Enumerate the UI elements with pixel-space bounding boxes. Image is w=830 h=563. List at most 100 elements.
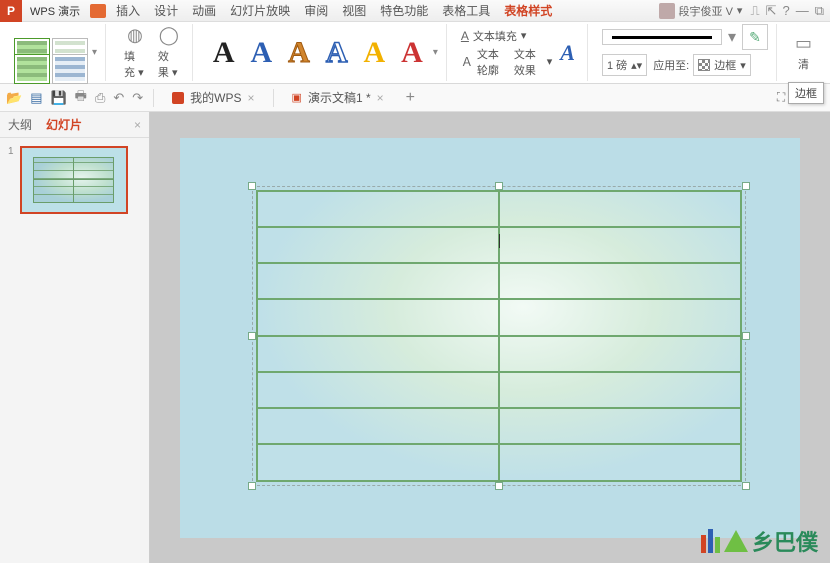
- pin-icon[interactable]: ⇱: [766, 3, 777, 19]
- tab-document-label: 演示文稿1 *: [308, 89, 371, 106]
- text-fill-button[interactable]: A 文本填充 ▾: [461, 28, 552, 44]
- spinner-icon: ▴▾: [631, 59, 642, 72]
- text-outline-button[interactable]: Ａ 文本轮廓: [461, 46, 504, 78]
- tab-outline[interactable]: 大纲: [8, 116, 32, 133]
- app-title: WPS 演示: [22, 3, 88, 19]
- thumbnail-table-icon: [33, 157, 114, 203]
- wordart-style-2[interactable]: A: [244, 36, 278, 70]
- menu-view[interactable]: 视图: [342, 2, 366, 19]
- ribbon: ▾ ◍ 填充 ▾ ◯ 效果 ▾ A A A A A A ▾ A 文本填充 ▾ Ａ: [0, 22, 830, 84]
- watermark: 乡巴僕: [701, 525, 818, 557]
- slide-thumbnail-1[interactable]: 1: [8, 146, 141, 214]
- resize-handle-tm[interactable]: [495, 182, 503, 190]
- new-icon[interactable]: ▤: [30, 90, 42, 106]
- apply-to-label: 应用至:: [653, 57, 689, 73]
- user-name: 段宇俊亚 V: [679, 3, 733, 19]
- resize-handle-tr[interactable]: [742, 182, 750, 190]
- wordart-style-3[interactable]: A: [282, 36, 316, 70]
- panel-close-icon[interactable]: ×: [134, 118, 141, 132]
- slide-panel: 大纲 幻灯片 × 1: [0, 112, 150, 563]
- resize-handle-ml[interactable]: [248, 332, 256, 340]
- separator: [273, 89, 274, 107]
- close-icon[interactable]: ×: [248, 91, 255, 105]
- effect-label: 效果 ▾: [158, 48, 180, 80]
- wordart-style-4[interactable]: A: [320, 36, 354, 70]
- slide-canvas[interactable]: 乡巴僕: [150, 112, 830, 563]
- menu-slideshow[interactable]: 幻灯片放映: [230, 2, 290, 19]
- border-style-chevron-icon[interactable]: ▾: [728, 27, 736, 47]
- effect-icon: ◯: [159, 25, 179, 46]
- menu-special[interactable]: 特色功能: [380, 2, 428, 19]
- tab-mywps-label: 我的WPS: [190, 89, 241, 106]
- line-weight-input[interactable]: 1 磅 ▴▾: [602, 54, 647, 76]
- clear-button[interactable]: ▭ 清: [791, 31, 816, 74]
- slide-number: 1: [8, 146, 14, 214]
- watermark-bars-icon: [701, 529, 720, 553]
- menu-insert[interactable]: 插入: [116, 2, 140, 19]
- thumbnail-list: 1: [0, 138, 149, 563]
- text-outline-icon: Ａ: [461, 53, 473, 70]
- save-icon[interactable]: 💾: [50, 90, 66, 106]
- text-fill-icon: A: [461, 29, 469, 43]
- bucket-icon: ◍: [127, 25, 143, 46]
- border-style-picker[interactable]: [602, 29, 722, 45]
- wordart-style-1[interactable]: A: [207, 36, 241, 70]
- resize-handle-bl[interactable]: [248, 482, 256, 490]
- wps-tab-icon: [172, 92, 184, 104]
- undo-icon[interactable]: ↶: [113, 90, 124, 106]
- tab-mywps[interactable]: 我的WPS ×: [164, 88, 262, 108]
- tshirt-icon[interactable]: ⎍: [750, 3, 759, 19]
- menu-table-tools[interactable]: 表格工具: [442, 2, 490, 19]
- title-right: 段宇俊亚 V ▾ ⎍ ⇱ ? — ⧉: [659, 3, 830, 19]
- resize-handle-bm[interactable]: [495, 482, 503, 490]
- tab-slides[interactable]: 幻灯片: [46, 116, 82, 133]
- avatar-icon: [659, 3, 675, 19]
- clear-label: 清: [798, 56, 809, 72]
- user-account[interactable]: 段宇俊亚 V ▾: [659, 3, 743, 19]
- resize-handle-mr[interactable]: [742, 332, 750, 340]
- resize-handle-tl[interactable]: [248, 182, 256, 190]
- pen-color-button[interactable]: ✎: [742, 24, 768, 50]
- table-style-3[interactable]: [14, 54, 50, 84]
- open-icon[interactable]: 📂: [6, 90, 22, 106]
- wordart-big-icon[interactable]: A: [556, 40, 579, 66]
- wordart-style-6[interactable]: A: [395, 36, 429, 70]
- print-icon[interactable]: 🖶: [75, 87, 87, 109]
- app-logo-icon: P: [0, 0, 22, 22]
- presentation-tab-icon: ▣: [292, 91, 302, 104]
- menu-review[interactable]: 审阅: [304, 2, 328, 19]
- expand-icon[interactable]: ⛶: [777, 90, 785, 105]
- mode-pill[interactable]: [90, 4, 106, 18]
- effect-button[interactable]: ◯ 效果 ▾: [154, 23, 184, 82]
- wordart-style-5[interactable]: A: [358, 36, 392, 70]
- pen-icon: ✎: [749, 29, 761, 46]
- table-style-4[interactable]: [52, 54, 88, 84]
- watermark-text: 乡巴僕: [752, 525, 818, 557]
- restore-icon[interactable]: ⧉: [815, 3, 824, 19]
- slide[interactable]: [180, 138, 800, 538]
- line-weight-value: 1 磅: [607, 57, 627, 73]
- resize-handle-br[interactable]: [742, 482, 750, 490]
- fill-button[interactable]: ◍ 填充 ▾: [120, 23, 150, 82]
- new-tab-button[interactable]: +: [400, 89, 421, 107]
- menu-design[interactable]: 设计: [154, 2, 178, 19]
- table-object[interactable]: [252, 186, 746, 486]
- wordart-gallery: A A A A A A ▾: [199, 24, 447, 81]
- table-style-gallery: ▾: [6, 24, 106, 81]
- window-controls: ⎍ ⇱ ? — ⧉: [750, 3, 824, 19]
- border-apply-button[interactable]: 边框 ▾: [693, 54, 751, 76]
- preview-icon[interactable]: ⎙: [95, 90, 105, 106]
- wordart-more-icon[interactable]: ▾: [433, 47, 438, 58]
- minimize-icon[interactable]: —: [796, 3, 809, 19]
- help-icon[interactable]: ?: [782, 3, 789, 19]
- gallery-more-icon[interactable]: ▾: [92, 47, 97, 58]
- quick-access-toolbar: 📂 ▤ 💾 🖶 ⎙ ↶ ↷ 我的WPS × ▣ 演示文稿1 * × + ⛶ ⌕ …: [0, 84, 830, 112]
- menu-table-style[interactable]: 表格样式: [504, 2, 552, 19]
- close-icon[interactable]: ×: [377, 91, 384, 105]
- text-effect-label: 文本效果: [514, 46, 543, 78]
- redo-icon[interactable]: ↷: [132, 90, 143, 106]
- menu-animation[interactable]: 动画: [192, 2, 216, 19]
- text-effect-button[interactable]: 文本效果 ▾: [514, 46, 552, 78]
- tab-document[interactable]: ▣ 演示文稿1 * ×: [284, 88, 392, 108]
- watermark-tri-icon: [724, 530, 748, 552]
